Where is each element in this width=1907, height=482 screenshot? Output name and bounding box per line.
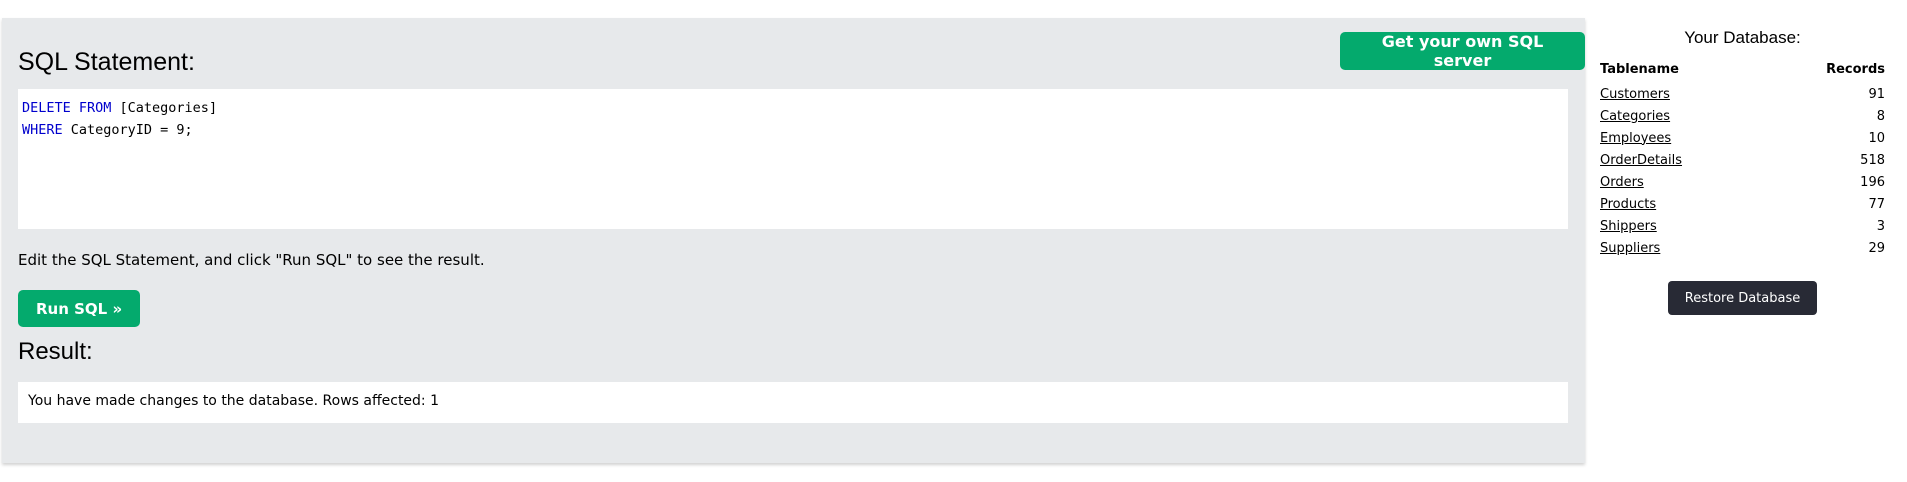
sql-statement-heading: SQL Statement: — [18, 48, 195, 76]
sql-code-text: [Categories] — [111, 100, 218, 116]
record-count: 91 — [1868, 86, 1885, 102]
restore-database-button[interactable]: Restore Database — [1667, 281, 1818, 315]
table-row: Products 77 — [1600, 193, 1885, 215]
records-header: Records — [1826, 62, 1885, 77]
restore-wrapper: Restore Database — [1600, 281, 1885, 315]
table-link-orderdetails[interactable]: OrderDetails — [1600, 153, 1682, 168]
table-link-shippers[interactable]: Shippers — [1600, 219, 1657, 234]
sql-keyword: WHERE — [22, 122, 63, 138]
table-link-employees[interactable]: Employees — [1600, 131, 1671, 146]
table-row: Customers 91 — [1600, 83, 1885, 105]
tablename-header: Tablename — [1600, 62, 1679, 77]
instructions-text: Edit the SQL Statement, and click "Run S… — [18, 251, 485, 269]
record-count: 518 — [1860, 152, 1885, 168]
record-count: 3 — [1876, 218, 1885, 234]
table-link-products[interactable]: Products — [1600, 197, 1656, 212]
record-count: 10 — [1868, 130, 1885, 146]
result-heading: Result: — [18, 338, 93, 365]
sql-keyword: DELETE FROM — [22, 100, 112, 116]
record-count: 29 — [1868, 240, 1885, 256]
table-link-orders[interactable]: Orders — [1600, 175, 1644, 190]
database-table: Tablename Records Customers 91 Categorie… — [1600, 62, 1885, 259]
record-count: 196 — [1860, 174, 1885, 190]
run-sql-button[interactable]: Run SQL » — [18, 290, 141, 327]
table-row: Orders 196 — [1600, 171, 1885, 193]
table-row: Categories 8 — [1600, 105, 1885, 127]
your-database-title: Your Database: — [1684, 28, 1801, 47]
table-row: OrderDetails 518 — [1600, 149, 1885, 171]
sql-code-editor[interactable]: DELETE FROM [Categories] WHERE CategoryI… — [18, 89, 1568, 229]
result-message: You have made changes to the database. R… — [18, 382, 1568, 423]
table-header-row: Tablename Records — [1600, 62, 1885, 83]
table-row: Suppliers 29 — [1600, 237, 1885, 259]
table-link-suppliers[interactable]: Suppliers — [1600, 241, 1660, 256]
table-link-customers[interactable]: Customers — [1600, 87, 1670, 102]
table-row: Shippers 3 — [1600, 215, 1885, 237]
table-row: Employees 10 — [1600, 127, 1885, 149]
record-count: 8 — [1876, 108, 1885, 124]
database-sidebar: Your Database: Tablename Records Custome… — [1600, 20, 1885, 315]
sql-code-text: CategoryID = 9; — [62, 122, 193, 138]
sql-editor-panel: SQL Statement: Get your own SQL server D… — [2, 18, 1585, 463]
get-sql-server-button[interactable]: Get your own SQL server — [1340, 32, 1585, 70]
record-count: 77 — [1868, 196, 1885, 212]
table-link-categories[interactable]: Categories — [1600, 109, 1670, 124]
